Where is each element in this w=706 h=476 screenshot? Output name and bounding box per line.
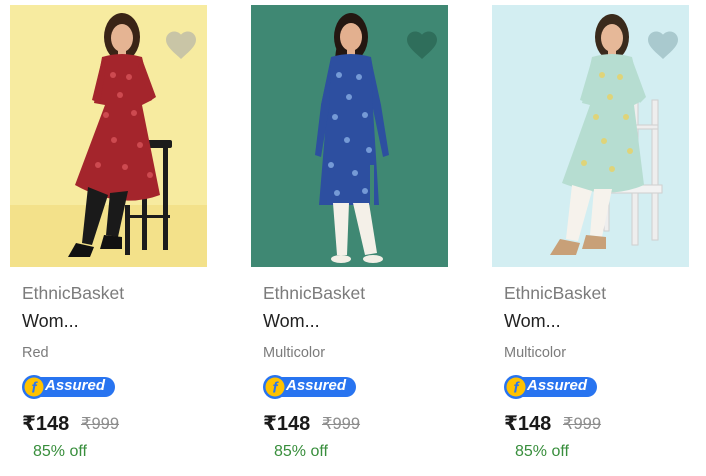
product-color: Red	[22, 345, 49, 361]
product-grid: EthnicBasket Wom... Red f Assured ₹148 ₹…	[0, 0, 706, 476]
product-image[interactable]	[492, 5, 689, 267]
product-mrp: ₹999	[563, 415, 602, 433]
product-brand: EthnicBasket	[22, 283, 125, 303]
wishlist-heart-icon[interactable]	[163, 27, 199, 63]
assured-badge: f Assured	[22, 374, 116, 400]
product-mrp: ₹999	[81, 415, 120, 433]
product-discount: 85% off	[515, 443, 569, 460]
product-price: ₹148	[263, 413, 311, 435]
product-title[interactable]: Wom...	[22, 311, 79, 332]
product-image[interactable]	[251, 5, 448, 267]
product-title[interactable]: Wom...	[263, 311, 320, 332]
product-card[interactable]: EthnicBasket Wom... Red f Assured ₹148 ₹…	[0, 0, 220, 476]
wishlist-heart-icon[interactable]	[645, 27, 681, 63]
product-brand: EthnicBasket	[504, 283, 607, 303]
product-price: ₹148	[504, 413, 552, 435]
product-mrp: ₹999	[322, 415, 361, 433]
assured-badge: f Assured	[263, 374, 357, 400]
assured-label: Assured	[286, 377, 347, 394]
product-card[interactable]: EthnicBasket Wom... Multicolor f Assured…	[482, 0, 702, 476]
product-title[interactable]: Wom...	[504, 311, 561, 332]
product-discount: 85% off	[274, 443, 328, 460]
assured-label: Assured	[45, 377, 106, 394]
product-image[interactable]	[10, 5, 207, 267]
wishlist-heart-icon[interactable]	[404, 27, 440, 63]
product-card[interactable]: EthnicBasket Wom... Multicolor f Assured…	[241, 0, 461, 476]
assured-badge: f Assured	[504, 374, 598, 400]
assured-label: Assured	[527, 377, 588, 394]
product-price: ₹148	[22, 413, 70, 435]
product-discount: 85% off	[33, 443, 87, 460]
product-brand: EthnicBasket	[263, 283, 366, 303]
product-color: Multicolor	[263, 345, 326, 361]
product-color: Multicolor	[504, 345, 567, 361]
